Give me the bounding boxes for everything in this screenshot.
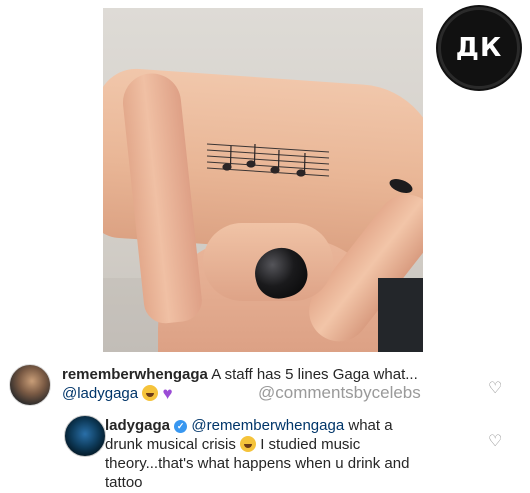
comment-text: I studied music <box>256 436 361 453</box>
comment-text: A staff has 5 lines Gaga what... <box>211 366 418 383</box>
avatar[interactable] <box>9 364 51 406</box>
face-with-tears-of-joy-icon <box>240 436 257 452</box>
channel-logo-text: ДК <box>438 7 520 89</box>
comment-text: what a <box>344 417 393 434</box>
heart-outline-icon[interactable]: ♡ <box>488 380 504 396</box>
music-staff-tattoo <box>206 143 330 177</box>
watermark: @commentsbycelebs <box>258 383 421 402</box>
comment-mention[interactable]: @rememberwhengaga <box>191 417 344 434</box>
comment-body: ladygaga ✓ @rememberwhengaga what a drun… <box>105 416 475 492</box>
comment-username[interactable]: rememberwhengaga <box>62 366 208 383</box>
avatar[interactable] <box>64 415 106 457</box>
comment-text: theory...that's what happens when u drin… <box>105 455 410 472</box>
comment-mention[interactable]: @ladygaga <box>62 385 138 402</box>
comment-username[interactable]: ladygaga <box>105 417 170 434</box>
purple-heart-icon: ♥ <box>162 384 173 403</box>
tattoo-photo <box>103 8 423 352</box>
comment-text: tattoo <box>105 474 143 491</box>
comment-text: drunk musical crisis <box>105 436 236 453</box>
channel-logo: ДК <box>434 3 524 93</box>
face-with-tears-of-joy-icon <box>142 385 159 401</box>
heart-outline-icon[interactable]: ♡ <box>488 433 504 449</box>
verified-badge-icon: ✓ <box>174 420 188 433</box>
dark-sleeve <box>378 278 423 352</box>
